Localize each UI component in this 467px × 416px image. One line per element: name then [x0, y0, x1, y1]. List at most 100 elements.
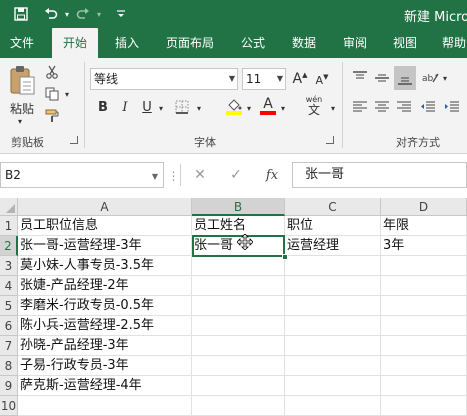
align-bottom-icon[interactable] — [394, 66, 416, 90]
paste-button[interactable]: 粘贴 — [4, 100, 40, 116]
name-box[interactable]: B2 — [0, 162, 164, 188]
cell-b4[interactable] — [192, 276, 285, 296]
insert-function-button[interactable]: fx — [262, 165, 282, 185]
cell-a6[interactable]: 陈小兵-运营经理-2.5年 — [18, 316, 192, 336]
cell-c8[interactable] — [285, 356, 381, 376]
increase-indent-icon[interactable] — [442, 98, 462, 116]
cell-d6[interactable] — [381, 316, 467, 336]
cell-b5[interactable] — [192, 296, 285, 316]
cell-b10[interactable] — [192, 396, 285, 416]
column-header-c[interactable]: C — [285, 198, 381, 216]
cell-c4[interactable] — [285, 276, 381, 296]
cell-c2[interactable]: 运营经理 — [285, 236, 381, 256]
orientation-icon[interactable]: ab — [420, 68, 440, 88]
cell-a7[interactable]: 孙晓-产品经理-3年 — [18, 336, 192, 356]
select-all-button[interactable] — [0, 198, 18, 216]
cell-a5[interactable]: 李磨米-行政专员-0.5年 — [18, 296, 192, 316]
cell-a9[interactable]: 萨克斯-运营经理-4年 — [18, 376, 192, 396]
clipboard-launcher-icon[interactable] — [70, 136, 78, 144]
cell-d1[interactable]: 年限 — [381, 216, 467, 236]
cell-b2[interactable]: 张一哥 — [192, 236, 285, 256]
formula-bar-grip-icon[interactable]: ⋮ — [168, 168, 180, 184]
tab-data[interactable]: 数据 — [282, 28, 326, 58]
paste-dropdown-icon[interactable]: ▾ — [12, 116, 28, 126]
name-box-dropdown-icon[interactable]: ▼ — [150, 170, 160, 182]
column-header-b[interactable]: B — [192, 198, 285, 216]
cell-c1[interactable]: 职位 — [285, 216, 381, 236]
row-header-6[interactable]: 6 — [0, 316, 18, 336]
underline-dropdown-icon[interactable]: ▾ — [156, 102, 166, 114]
cell-a4[interactable]: 张婕-产品经理-2年 — [18, 276, 192, 296]
align-right-icon[interactable] — [394, 98, 414, 116]
column-header-a[interactable]: A — [18, 198, 192, 216]
row-header-10[interactable]: 10 — [0, 396, 18, 416]
tab-review[interactable]: 审阅 — [334, 28, 376, 58]
cut-icon[interactable] — [44, 64, 60, 80]
save-icon[interactable] — [12, 5, 30, 23]
cancel-edit-button[interactable]: ✕ — [190, 165, 210, 185]
cell-d2[interactable]: 3年 — [381, 236, 467, 256]
row-header-1[interactable]: 1 — [0, 216, 18, 236]
tab-insert[interactable]: 插入 — [106, 28, 148, 58]
decrease-indent-icon[interactable] — [418, 98, 438, 116]
cell-c5[interactable] — [285, 296, 381, 316]
row-header-2[interactable]: 2 — [0, 236, 18, 256]
cell-a2[interactable]: 张一哥-运营经理-3年 — [18, 236, 192, 256]
cell-a1[interactable]: 员工职位信息 — [18, 216, 192, 236]
shrink-font-button[interactable]: A ▼ — [312, 71, 332, 89]
bold-button[interactable]: B — [94, 98, 112, 116]
cell-c6[interactable] — [285, 316, 381, 336]
cell-a3[interactable]: 莫小妹-人事专员-3.5年 — [18, 256, 192, 276]
font-color-button[interactable]: A — [258, 96, 278, 116]
align-left-icon[interactable] — [350, 98, 370, 116]
cell-a8[interactable]: 子易-行政专员-3年 — [18, 356, 192, 376]
cell-d5[interactable] — [381, 296, 467, 316]
row-header-9[interactable]: 9 — [0, 376, 18, 396]
cell-d10[interactable] — [381, 396, 467, 416]
font-size-select[interactable]: 11 ▼ — [242, 68, 286, 90]
borders-icon[interactable] — [172, 98, 192, 116]
cell-c7[interactable] — [285, 336, 381, 356]
paste-icon[interactable] — [6, 62, 38, 98]
cell-d3[interactable] — [381, 256, 467, 276]
align-center-icon[interactable] — [372, 98, 392, 116]
tab-file[interactable]: 文件 — [0, 28, 44, 58]
cell-b9[interactable] — [192, 376, 285, 396]
fill-color-icon[interactable] — [224, 96, 244, 116]
cell-b1[interactable]: 员工姓名 — [192, 216, 285, 236]
font-launcher-icon[interactable] — [326, 136, 334, 144]
tab-home[interactable]: 开始 — [52, 28, 98, 58]
grow-font-button[interactable]: A ▲ — [290, 69, 310, 89]
cell-b8[interactable] — [192, 356, 285, 376]
fill-color-dropdown-icon[interactable]: ▾ — [244, 102, 254, 114]
font-name-select[interactable]: 等线 ▼ — [90, 68, 238, 90]
copy-icon[interactable] — [44, 86, 60, 102]
tab-view[interactable]: 视图 — [384, 28, 426, 58]
row-header-4[interactable]: 4 — [0, 276, 18, 296]
column-header-d[interactable]: D — [381, 198, 467, 216]
cell-d7[interactable] — [381, 336, 467, 356]
redo-dropdown-icon[interactable]: ▾ — [90, 5, 108, 23]
cell-d4[interactable] — [381, 276, 467, 296]
worksheet-grid[interactable]: A B C D 1 2 3 4 5 6 7 8 9 10 员工职位信息 员工姓名… — [0, 198, 467, 416]
copy-dropdown-icon[interactable]: ▾ — [62, 88, 72, 100]
orientation-dropdown-icon[interactable]: ▾ — [440, 72, 450, 84]
row-header-7[interactable]: 7 — [0, 336, 18, 356]
tab-help[interactable]: 帮助 — [434, 28, 467, 58]
cell-d8[interactable] — [381, 356, 467, 376]
customize-icon[interactable] — [112, 5, 130, 23]
cell-a10[interactable] — [18, 396, 192, 416]
row-header-8[interactable]: 8 — [0, 356, 18, 376]
cell-d9[interactable] — [381, 376, 467, 396]
cell-c10[interactable] — [285, 396, 381, 416]
row-header-3[interactable]: 3 — [0, 256, 18, 276]
formula-input[interactable]: 张一哥 — [292, 162, 467, 188]
cell-b6[interactable] — [192, 316, 285, 336]
tab-page-layout[interactable]: 页面布局 — [158, 28, 222, 58]
cell-b7[interactable] — [192, 336, 285, 356]
cell-c9[interactable] — [285, 376, 381, 396]
cell-c3[interactable] — [285, 256, 381, 276]
cell-b3[interactable] — [192, 256, 285, 276]
align-top-icon[interactable] — [350, 68, 370, 88]
borders-dropdown-icon[interactable]: ▾ — [194, 102, 204, 114]
